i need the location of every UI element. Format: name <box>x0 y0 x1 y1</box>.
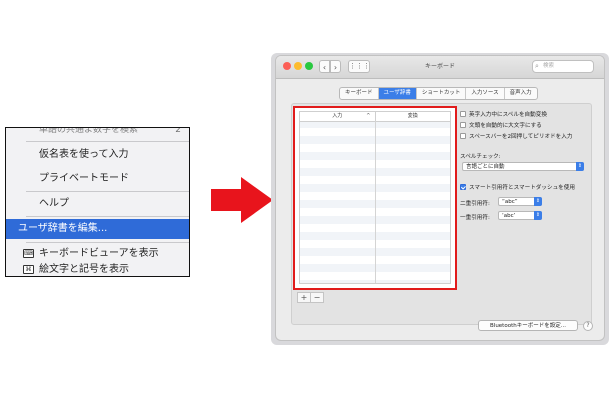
sort-ascending-icon: ^ <box>366 113 371 119</box>
single-quotes-label: 一重引用符: <box>460 215 490 221</box>
chevron-updown-icon: ⇕ <box>576 162 584 171</box>
menu-item-label: キーボードビューアを表示 <box>39 248 159 259</box>
ime-menu: 単語の共通よ数字を検索 2 仮名表を使って入力 プライベートモード ヘルプ ユー… <box>5 127 190 277</box>
popup-value: ‘abc’ <box>502 213 516 219</box>
column-header-label: 入力 <box>332 113 343 119</box>
menu-item-kana-table[interactable]: 仮名表を使って入力 <box>6 145 189 165</box>
tab-bar: キーボード ユーザ辞書 ショートカット 入力ソース 音声入力 <box>339 87 538 100</box>
autocorrect-checkbox[interactable]: 英字入力中にスペルを自動変換 <box>460 111 547 119</box>
menu-item-help[interactable]: ヘルプ <box>6 194 189 214</box>
menu-item-emoji-symbols[interactable]: ⌘ 絵文字と記号を表示 <box>6 260 189 276</box>
user-dictionary-table[interactable]: 入力 ^ 変換 <box>299 111 451 284</box>
title-bar: ‹ › ⋮⋮⋮ キーボード ⌕ 検索 <box>276 56 604 79</box>
keyboard-preferences-window: ‹ › ⋮⋮⋮ キーボード ⌕ 検索 キーボード ユーザ辞書 ショートカット 入… <box>276 56 604 340</box>
double-quotes-label: 二重引用符: <box>460 201 490 207</box>
popup-value: 言語ごとに自動 <box>466 164 505 170</box>
menu-item-label: 仮名表を使って入力 <box>39 149 129 160</box>
menu-item-label: プライベートモード <box>39 173 129 184</box>
checkbox-box[interactable] <box>460 184 466 190</box>
column-divider <box>375 121 376 283</box>
search-icon: ⌕ <box>535 62 539 70</box>
single-quotes-popup[interactable]: ‘abc’ ⇕ <box>498 211 542 220</box>
menu-separator <box>26 191 189 192</box>
capitalize-checkbox[interactable]: 文頭を自動的に大文字にする <box>460 122 542 130</box>
search-field[interactable]: ⌕ 検索 <box>532 60 594 73</box>
tab-input-sources[interactable]: 入力ソース <box>466 88 505 99</box>
column-header-label: 変換 <box>407 113 418 119</box>
emoji-icon: ⌘ <box>23 265 34 274</box>
checkbox-label: スペースバーを2回押してピリオドを入力 <box>469 134 573 140</box>
popup-value: “abc” <box>502 199 518 205</box>
spelling-label: スペルチェック: <box>460 154 501 160</box>
double-quotes-popup[interactable]: “abc” ⇕ <box>498 197 542 206</box>
spelling-popup[interactable]: 言語ごとに自動 ⇕ <box>462 162 584 171</box>
menu-item-label: ユーザ辞書を編集... <box>18 223 108 234</box>
remove-entry-button[interactable]: − <box>311 292 324 303</box>
menu-item-label: ヘルプ <box>39 198 69 209</box>
keyboard-icon: ⌨ <box>23 249 34 258</box>
checkbox-box[interactable] <box>460 122 466 128</box>
setup-bluetooth-keyboard-button[interactable]: Bluetoothキーボードを設定... <box>478 320 578 331</box>
search-placeholder: 検索 <box>543 63 555 69</box>
menu-item-label: 単語の共通よ数字を検索 <box>39 127 139 135</box>
help-button[interactable]: ? <box>583 321 593 331</box>
tab-shortcuts[interactable]: ショートカット <box>417 88 467 99</box>
menu-item-edit-user-dictionary[interactable]: ユーザ辞書を編集... <box>6 219 189 239</box>
right-arrow-icon <box>211 177 273 223</box>
menu-separator <box>26 216 189 217</box>
checkbox-box[interactable] <box>460 133 466 139</box>
checkbox-label: 文頭を自動的に大文字にする <box>469 123 542 129</box>
menu-separator <box>26 242 189 243</box>
chevron-updown-icon: ⇕ <box>534 211 542 220</box>
menu-item-count: 2 <box>175 127 181 135</box>
menu-separator <box>26 141 189 142</box>
checkbox-label: スマート引用符とスマートダッシュを使用 <box>469 185 575 191</box>
user-dictionary-highlight-frame: 入力 ^ 変換 <box>293 106 457 290</box>
checkbox-label: 英字入力中にスペルを自動変換 <box>469 112 547 118</box>
double-space-period-checkbox[interactable]: スペースバーを2回押してピリオドを入力 <box>460 133 572 141</box>
tab-keyboard[interactable]: キーボード <box>340 88 379 99</box>
column-header-convert[interactable]: 変換 <box>376 112 451 121</box>
add-entry-button[interactable]: + <box>297 292 311 303</box>
menu-item-cut[interactable]: 単語の共通よ数字を検索 2 <box>6 127 189 140</box>
add-remove-buttons: + − <box>297 292 324 303</box>
checkbox-box[interactable] <box>460 111 466 117</box>
smart-quotes-checkbox[interactable]: スマート引用符とスマートダッシュを使用 <box>460 184 575 192</box>
menu-item-private-mode[interactable]: プライベートモード <box>6 169 189 189</box>
column-header-input[interactable]: 入力 ^ <box>300 112 376 121</box>
menu-item-label: 絵文字と記号を表示 <box>39 264 129 275</box>
tab-user-dictionary[interactable]: ユーザ辞書 <box>378 88 417 99</box>
tab-dictation[interactable]: 音声入力 <box>505 88 537 99</box>
chevron-updown-icon: ⇕ <box>534 197 542 206</box>
